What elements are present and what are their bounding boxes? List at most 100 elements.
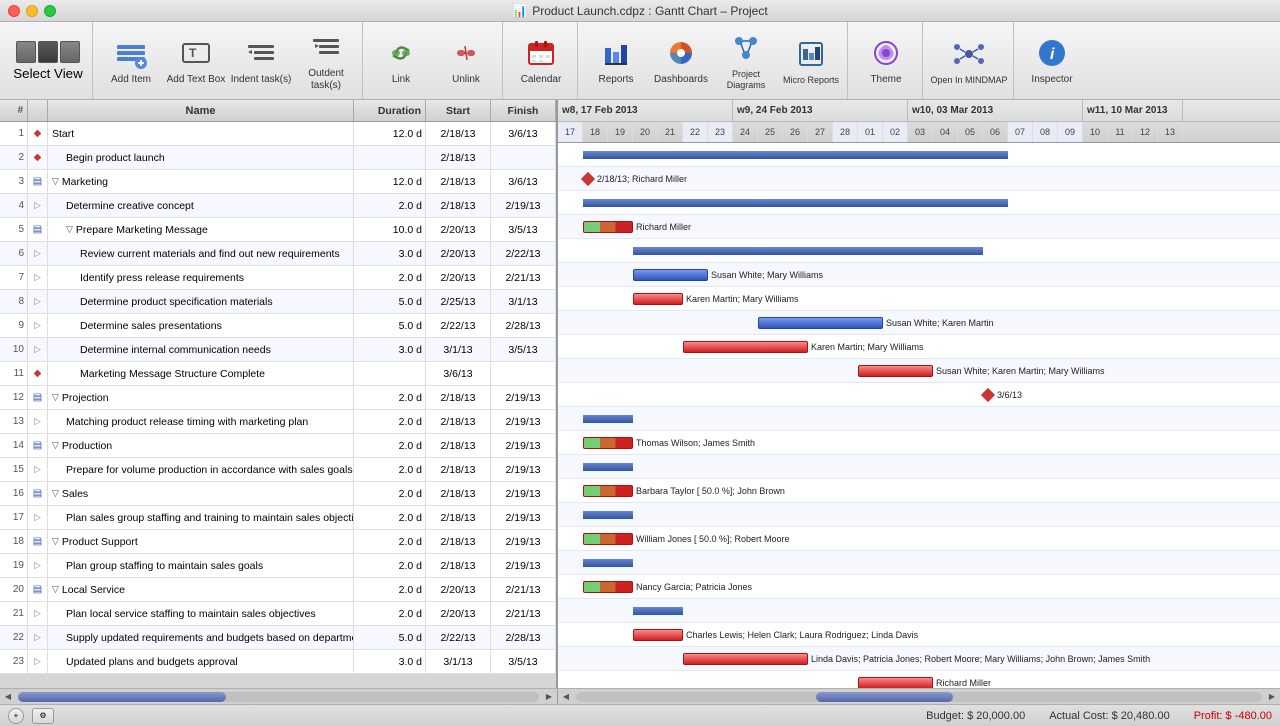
table-row[interactable]: 17 ▷ Plan sales group staffing and train…: [0, 506, 556, 530]
row-duration: 2.0 d: [354, 410, 426, 433]
row-finish: 2/21/13: [491, 578, 556, 601]
gantt-day-cell: 26: [783, 122, 808, 142]
table-scroll-thumb[interactable]: [18, 692, 226, 702]
unlink-button[interactable]: Unlink: [434, 29, 498, 93]
table-row[interactable]: 16 ▤ ▽ Sales 2.0 d 2/18/13 2/19/13: [0, 482, 556, 506]
table-row[interactable]: 19 ▷ Plan group staffing to maintain sal…: [0, 554, 556, 578]
gantt-bar-blue: [758, 317, 883, 329]
close-button[interactable]: [8, 5, 20, 17]
select-view-button[interactable]: Select View: [8, 29, 88, 93]
open-in-mindmap-button[interactable]: Open In MINDMAP: [929, 29, 1009, 93]
table-row[interactable]: 7 ▷ Identify press release requirements …: [0, 266, 556, 290]
table-row[interactable]: 18 ▤ ▽ Product Support 2.0 d 2/18/13 2/1…: [0, 530, 556, 554]
table-row[interactable]: 10 ▷ Determine internal communication ne…: [0, 338, 556, 362]
gantt-row: [558, 455, 1280, 479]
table-row[interactable]: 14 ▤ ▽ Production 2.0 d 2/18/13 2/19/13: [0, 434, 556, 458]
add-text-box-button[interactable]: T Add Text Box: [164, 29, 228, 93]
row-num: 19: [0, 554, 28, 577]
gantt-bar-label: Karen Martin; Mary Williams: [811, 342, 924, 352]
micro-reports-button[interactable]: Micro Reports: [779, 29, 843, 93]
row-duration: 12.0 d: [354, 170, 426, 193]
table-row[interactable]: 15 ▷ Prepare for volume production in ac…: [0, 458, 556, 482]
inspector-button[interactable]: i Inspector: [1020, 29, 1084, 93]
project-diagrams-button[interactable]: Project Diagrams: [714, 29, 778, 93]
calendar-button[interactable]: Calendar: [509, 29, 573, 93]
row-finish: 3/5/13: [491, 338, 556, 361]
theme-button[interactable]: Theme: [854, 29, 918, 93]
row-num: 2: [0, 146, 28, 169]
add-item-label: Add Item: [111, 74, 151, 86]
table-row[interactable]: 2 ◆ Begin product launch 2/18/13: [0, 146, 556, 170]
row-finish: 2/19/13: [491, 194, 556, 217]
toolbar-group-inspector: i Inspector: [1016, 22, 1088, 99]
outdent-tasks-button[interactable]: Outdent task(s): [294, 29, 358, 93]
scroll-left-arrow[interactable]: ◀: [0, 689, 16, 705]
row-num: 16: [0, 482, 28, 505]
budget-value: $ 20,000.00: [967, 710, 1025, 722]
row-duration: 5.0 d: [354, 626, 426, 649]
table-row[interactable]: 20 ▤ ▽ Local Service 2.0 d 2/20/13 2/21/…: [0, 578, 556, 602]
gantt-day-cell: 20: [633, 122, 658, 142]
table-row[interactable]: 9 ▷ Determine sales presentations 5.0 d …: [0, 314, 556, 338]
dashboards-button[interactable]: Dashboards: [649, 29, 713, 93]
gantt-bar-label: Thomas Wilson; James Smith: [636, 438, 755, 448]
reports-button[interactable]: Reports: [584, 29, 648, 93]
link-button[interactable]: Link: [369, 29, 433, 93]
gantt-week-label: w10, 03 Mar 2013: [908, 100, 1083, 121]
row-finish: 2/19/13: [491, 530, 556, 553]
maximize-button[interactable]: [44, 5, 56, 17]
table-scroll-track[interactable]: [18, 692, 539, 702]
outdent-icon: [308, 29, 344, 65]
row-finish: 2/21/13: [491, 602, 556, 625]
row-type-icon: ◆: [28, 122, 48, 145]
row-start: 2/20/13: [426, 266, 491, 289]
row-finish: 3/5/13: [491, 218, 556, 241]
table-row[interactable]: 22 ▷ Supply updated requirements and bud…: [0, 626, 556, 650]
row-name: Plan local service staffing to maintain …: [48, 602, 354, 625]
row-type-icon: ▷: [28, 290, 48, 313]
row-type-icon: ▷: [28, 194, 48, 217]
table-row[interactable]: 12 ▤ ▽ Projection 2.0 d 2/18/13 2/19/13: [0, 386, 556, 410]
row-finish: 2/19/13: [491, 386, 556, 409]
row-duration: 2.0 d: [354, 386, 426, 409]
add-item-button[interactable]: Add Item: [99, 29, 163, 93]
chart-scroll-left[interactable]: ◀: [558, 689, 574, 705]
row-start: 3/6/13: [426, 362, 491, 385]
table-row[interactable]: 8 ▷ Determine product specification mate…: [0, 290, 556, 314]
table-row[interactable]: 6 ▷ Review current materials and find ou…: [0, 242, 556, 266]
chart-scroll-track[interactable]: [576, 692, 1262, 702]
table-row[interactable]: 21 ▷ Plan local service staffing to main…: [0, 602, 556, 626]
table-row[interactable]: 3 ▤ ▽ Marketing 12.0 d 2/18/13 3/6/13: [0, 170, 556, 194]
table-row[interactable]: 13 ▷ Matching product release timing wit…: [0, 410, 556, 434]
indent-tasks-button[interactable]: Indent task(s): [229, 29, 293, 93]
reports-icon: [598, 35, 634, 71]
minimize-button[interactable]: [26, 5, 38, 17]
toolbar-group-mindmap: Open In MINDMAP: [925, 22, 1014, 99]
table-row[interactable]: 5 ▤ ▽ Prepare Marketing Message 10.0 d 2…: [0, 218, 556, 242]
row-duration: 3.0 d: [354, 650, 426, 673]
row-start: 2/18/13: [426, 170, 491, 193]
table-row[interactable]: 23 ▷ Updated plans and budgets approval …: [0, 650, 556, 674]
chart-scroll-right[interactable]: ▶: [1264, 689, 1280, 705]
indent-icon: [243, 35, 279, 71]
gantt-row: [558, 407, 1280, 431]
row-duration: 2.0 d: [354, 530, 426, 553]
chart-scroll-thumb[interactable]: [816, 692, 953, 702]
sv-box-3: [60, 41, 80, 63]
table-row[interactable]: 1 ◆ Start 12.0 d 2/18/13 3/6/13: [0, 122, 556, 146]
statusbar: + ⚙ Budget: $ 20,000.00 Actual Cost: $ 2…: [0, 704, 1280, 726]
col-header-duration: Duration: [354, 100, 426, 121]
row-start: 2/20/13: [426, 578, 491, 601]
scroll-right-arrow[interactable]: ▶: [541, 689, 557, 705]
table-row[interactable]: 4 ▷ Determine creative concept 2.0 d 2/1…: [0, 194, 556, 218]
gantt-day-cell: 04: [933, 122, 958, 142]
table-row[interactable]: 11 ◆ Marketing Message Structure Complet…: [0, 362, 556, 386]
titlebar: 📊 Product Launch.cdpz : Gantt Chart – Pr…: [0, 0, 1280, 22]
gantt-week-label: w9, 24 Feb 2013: [733, 100, 908, 121]
gantt-bar-label: Richard Miller: [936, 678, 991, 688]
row-duration: 5.0 d: [354, 290, 426, 313]
gantt-summary-bar: [633, 247, 983, 255]
gantt-table: # Name Duration Start Finish 1 ◆ Start 1…: [0, 100, 558, 688]
sv-box-1: [16, 41, 36, 63]
table-scrollbar: ◀ ▶: [0, 689, 558, 704]
